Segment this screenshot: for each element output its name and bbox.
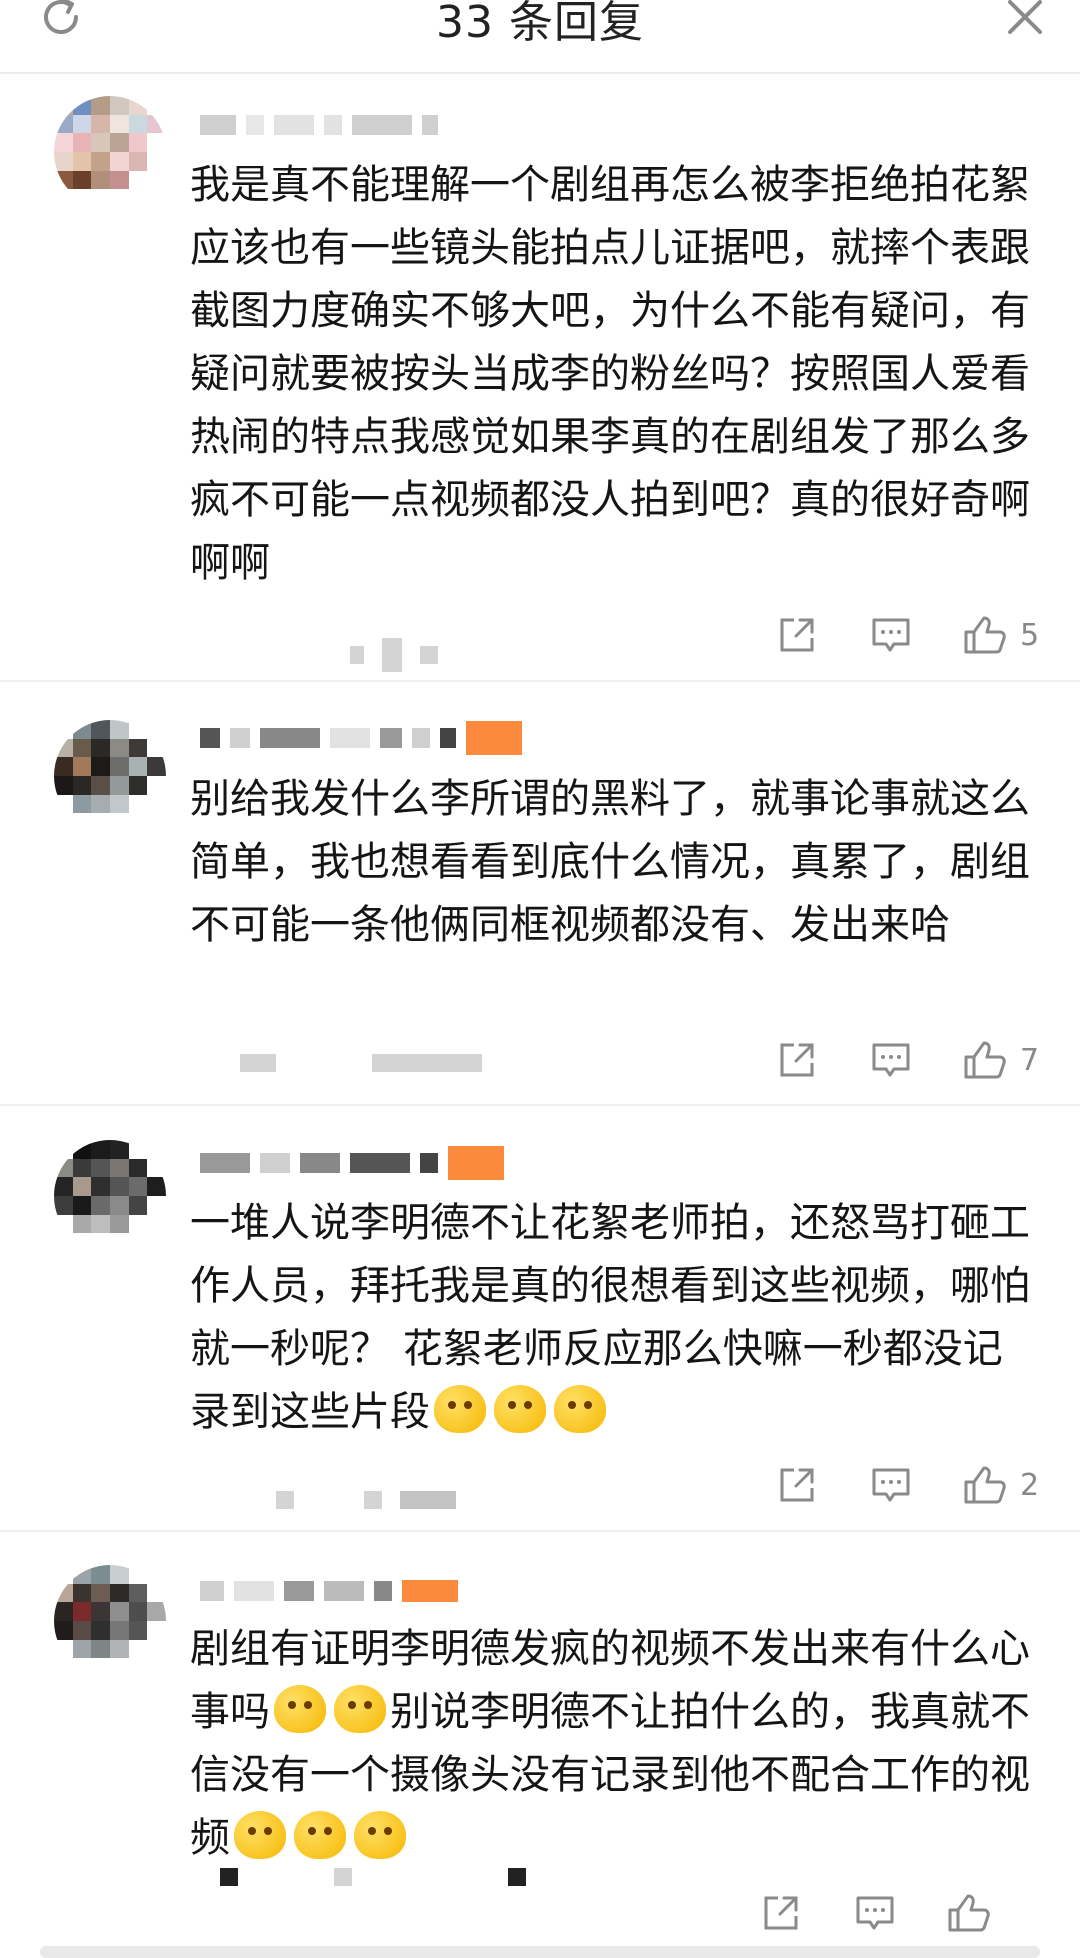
comment-icon[interactable] — [866, 1460, 916, 1510]
share-icon[interactable] — [772, 610, 822, 660]
username-redacted[interactable] — [200, 721, 522, 755]
home-indicator — [40, 1946, 1040, 1958]
emoji-icon — [274, 1685, 326, 1733]
like-button[interactable] — [944, 1888, 1024, 1938]
comment-meta-redacted — [276, 1485, 456, 1515]
divider — [0, 1530, 1080, 1532]
comment-meta-redacted — [220, 1862, 526, 1892]
like-icon[interactable] — [960, 610, 1010, 660]
comment-text: 一堆人说李明德不让花絮老师拍，还怒骂打砸工作人员，拜托我是真的很想看到这些视频，… — [190, 1192, 1030, 1444]
header-bar: 33 条回复 — [0, 0, 1080, 74]
like-icon[interactable] — [960, 1035, 1010, 1085]
comment-icon[interactable] — [866, 610, 916, 660]
username-redacted[interactable] — [200, 112, 438, 138]
share-icon[interactable] — [772, 1460, 822, 1510]
comment-actions: 5 — [772, 610, 1040, 660]
comment-actions: 7 — [772, 1035, 1040, 1085]
emoji-icon — [334, 1685, 386, 1733]
emoji-icon — [294, 1811, 346, 1859]
share-icon[interactable] — [772, 1035, 822, 1085]
level-badge — [448, 1146, 504, 1180]
close-icon[interactable] — [998, 0, 1052, 44]
emoji-icon — [494, 1385, 546, 1433]
comment-meta-redacted — [240, 1048, 482, 1078]
level-badge — [402, 1580, 458, 1602]
like-button[interactable]: 7 — [960, 1035, 1040, 1085]
avatar[interactable] — [54, 1565, 166, 1677]
like-button[interactable]: 5 — [960, 610, 1040, 660]
comment-actions — [756, 1888, 1024, 1938]
avatar[interactable] — [54, 720, 166, 832]
comment-text-body: 一堆人说李明德不让花絮老师拍，还怒骂打砸工作人员，拜托我是真的很想看到这些视频，… — [190, 1200, 1030, 1435]
avatar[interactable] — [54, 96, 166, 208]
emoji-icon — [554, 1385, 606, 1433]
comment-icon[interactable] — [866, 1035, 916, 1085]
comment-icon[interactable] — [850, 1888, 900, 1938]
like-count: 5 — [1020, 617, 1040, 653]
page-title: 33 条回复 — [436, 0, 644, 48]
like-count: 7 — [1020, 1042, 1040, 1078]
comment-meta-redacted — [350, 638, 438, 672]
comment-text: 剧组有证明李明德发疯的视频不发出来有什么心事吗 别说李明德不让拍什么的，我真就不信… — [190, 1618, 1030, 1870]
like-button[interactable]: 2 — [960, 1460, 1040, 1510]
like-count: 2 — [1020, 1467, 1040, 1503]
level-badge — [466, 721, 522, 755]
divider — [0, 680, 1080, 682]
emoji-icon — [354, 1811, 406, 1859]
avatar[interactable] — [54, 1140, 166, 1252]
username-redacted[interactable] — [200, 1146, 504, 1180]
emoji-icon — [434, 1385, 486, 1433]
username-redacted[interactable] — [200, 1578, 458, 1604]
divider — [0, 1104, 1080, 1106]
share-icon[interactable] — [756, 1888, 806, 1938]
comment-text: 我是真不能理解一个剧组再怎么被李拒绝拍花絮应该也有一些镜头能拍点儿证据吧，就摔个… — [190, 162, 1030, 586]
comment-actions: 2 — [772, 1460, 1040, 1510]
emoji-icon — [234, 1811, 286, 1859]
like-icon[interactable] — [960, 1460, 1010, 1510]
comment-text: 别给我发什么李所谓的黑料了，就事论事就这么简单，我也想看看到底什么情况，真累了，… — [190, 776, 1030, 948]
like-icon[interactable] — [944, 1888, 994, 1938]
